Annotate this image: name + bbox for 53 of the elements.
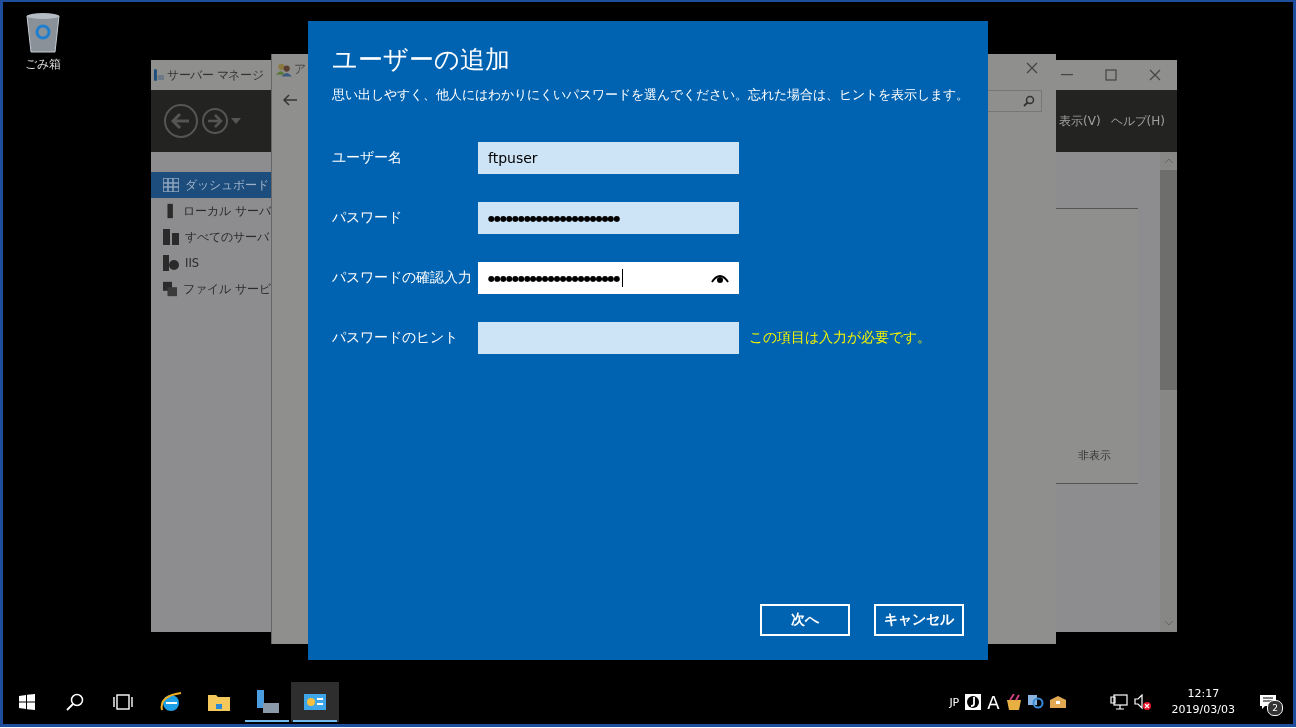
back-arrow-icon[interactable] [283,94,297,106]
dialog-title: ユーザーの追加 [332,44,511,76]
field-label: パスワード [332,209,403,227]
window-title: ア [294,61,306,78]
browser-icon [159,690,183,714]
menu-item[interactable]: 表示(V) [1059,112,1101,130]
windows-icon [19,694,35,710]
recycle-bin-icon[interactable] [23,10,63,54]
eye-icon[interactable] [711,273,729,283]
clock[interactable]: 12:17 2019/03/03 [1171,686,1235,718]
close-icon[interactable] [1026,62,1038,74]
window-title: サーバー マネージ [167,66,264,84]
ime-mode-indicator[interactable]: A [987,691,1000,713]
dialog-subtitle: 思い出しやすく、他人にはわかりにくいパスワードを選んでください。忘れた場合は、ヒントを表示します。 [332,86,964,104]
input-field[interactable]: ●●●●●●●●●●●●●●●●●●●●●● [478,262,739,294]
field-label: ユーザー名 [332,149,403,167]
field-label: パスワードの確認入力 [332,269,473,287]
grid-icon [163,178,179,192]
users-icon [276,62,292,77]
nav-item[interactable]: すべてのサーバ [151,224,271,250]
nav-item[interactable]: ローカル サーバ [151,198,271,224]
server-manager-icon [255,690,279,714]
close-icon[interactable] [1149,69,1161,81]
iis-icon [163,255,179,271]
language-indicator[interactable]: JP [949,695,960,709]
minimize-icon[interactable] [1061,74,1073,76]
desktop-icon-label[interactable]: ごみ箱 [25,56,61,73]
servers-icon [163,229,179,245]
taskbar-button[interactable] [291,682,339,722]
input-field[interactable]: ftpuser [478,142,739,174]
nav-item[interactable]: ダッシュボード [151,172,271,198]
maximize-icon[interactable] [1105,69,1117,81]
server-manager-icon [154,68,164,82]
error-message: この項目は入力が必要です。 [749,329,931,347]
input-field[interactable]: ●●●●●●●●●●●●●●●●●●●●●● [478,202,739,234]
nav-item[interactable]: ファイル サービ [151,276,271,302]
search-icon [1023,95,1035,107]
menu-item[interactable]: ヘルプ(H) [1110,112,1165,130]
control-panel-icon [304,694,326,710]
network-icon[interactable] [1109,694,1128,710]
search-icon [66,693,84,711]
muted-speaker-icon[interactable] [1133,694,1152,710]
task-view-icon [113,694,133,710]
dialog-button[interactable]: キャンセル [874,604,964,636]
notification-badge: 2 [1267,700,1283,716]
dialog-button[interactable]: 次へ [760,604,850,636]
input-field[interactable] [478,322,739,354]
ime-icon[interactable] [965,694,982,710]
nav-item[interactable]: IIS [151,250,271,276]
folder-icon [208,693,230,711]
field-label: パスワードのヒント [332,329,459,347]
folders-icon [163,281,178,297]
hide-link[interactable]: 非表示 [1078,448,1111,463]
